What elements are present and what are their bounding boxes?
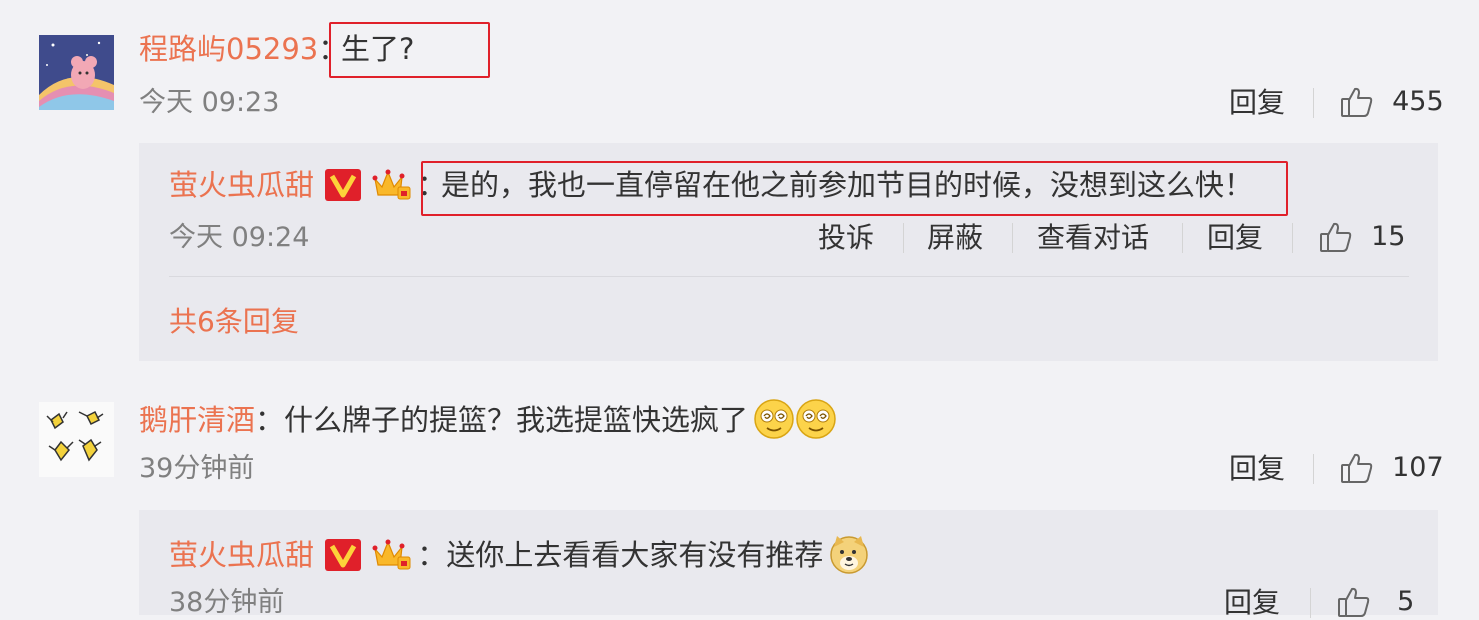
like-button[interactable]: 15 <box>1318 219 1405 255</box>
author-name[interactable]: 程路屿05293 <box>139 32 318 66</box>
author-name[interactable]: 鹅肝清酒 <box>139 403 255 437</box>
divider <box>1310 588 1311 618</box>
author-name[interactable]: 萤火虫瓜甜 <box>169 538 314 572</box>
divider <box>903 223 904 253</box>
crown-icon <box>372 167 412 201</box>
like-count: 15 <box>1371 221 1406 252</box>
divider <box>1313 88 1314 118</box>
comment-time: 今天 09:23 <box>139 87 280 118</box>
crown-icon <box>372 537 412 571</box>
block-button[interactable]: 屏蔽 <box>927 221 983 255</box>
reply-text: 送你上去看看大家有没有推荐 <box>446 538 824 572</box>
separator: ： <box>255 403 285 437</box>
v-badge-icon <box>325 169 362 201</box>
dizzy-face-icon <box>753 398 794 439</box>
avatar[interactable] <box>39 35 114 110</box>
comment-time: 39分钟前 <box>139 453 255 484</box>
v-badge-icon <box>325 539 362 571</box>
reply-button[interactable]: 回复 <box>1229 452 1285 486</box>
divider <box>1313 454 1314 484</box>
reply-header: 萤火虫瓜甜 ：送你上去看看大家有没有推荐 <box>169 533 869 574</box>
author-name[interactable]: 萤火虫瓜甜 <box>169 168 314 202</box>
reply-header: 萤火虫瓜甜 ： <box>169 167 446 203</box>
comment-header: 鹅肝清酒：什么牌子的提篮？我选提篮快选疯了 <box>139 398 836 439</box>
like-button[interactable]: 455 <box>1339 84 1444 120</box>
thumbs-up-icon <box>1318 219 1354 255</box>
like-count: 455 <box>1392 86 1444 117</box>
divider <box>1292 223 1293 253</box>
divider <box>1182 223 1183 253</box>
divider <box>1012 223 1013 253</box>
doge-icon <box>828 533 869 574</box>
comment-header: 程路屿05293： <box>139 31 347 67</box>
reply-text: 是的，我也一直停留在他之前参加节目的时候，没想到这么快！ <box>441 168 1254 202</box>
separator: ： <box>417 538 447 572</box>
comment-text: 什么牌子的提篮？我选提篮快选疯了 <box>284 403 749 437</box>
like-count: 5 <box>1397 586 1415 617</box>
like-button[interactable]: 107 <box>1339 450 1444 486</box>
more-replies-link[interactable]: 共6条回复 <box>169 304 299 340</box>
comment-text: 生了? <box>341 32 415 66</box>
dizzy-face-icon <box>795 398 836 439</box>
report-button[interactable]: 投诉 <box>818 221 874 255</box>
like-count: 107 <box>1392 452 1444 483</box>
avatar[interactable] <box>39 402 114 477</box>
reply-button[interactable]: 回复 <box>1229 86 1285 120</box>
view-conversation-button[interactable]: 查看对话 <box>1037 221 1149 255</box>
thumbs-up-icon <box>1339 450 1375 486</box>
thumbs-up-icon <box>1339 84 1375 120</box>
divider <box>169 276 1409 277</box>
reply-time: 今天 09:24 <box>169 222 310 253</box>
reply-button[interactable]: 回复 <box>1207 221 1263 255</box>
